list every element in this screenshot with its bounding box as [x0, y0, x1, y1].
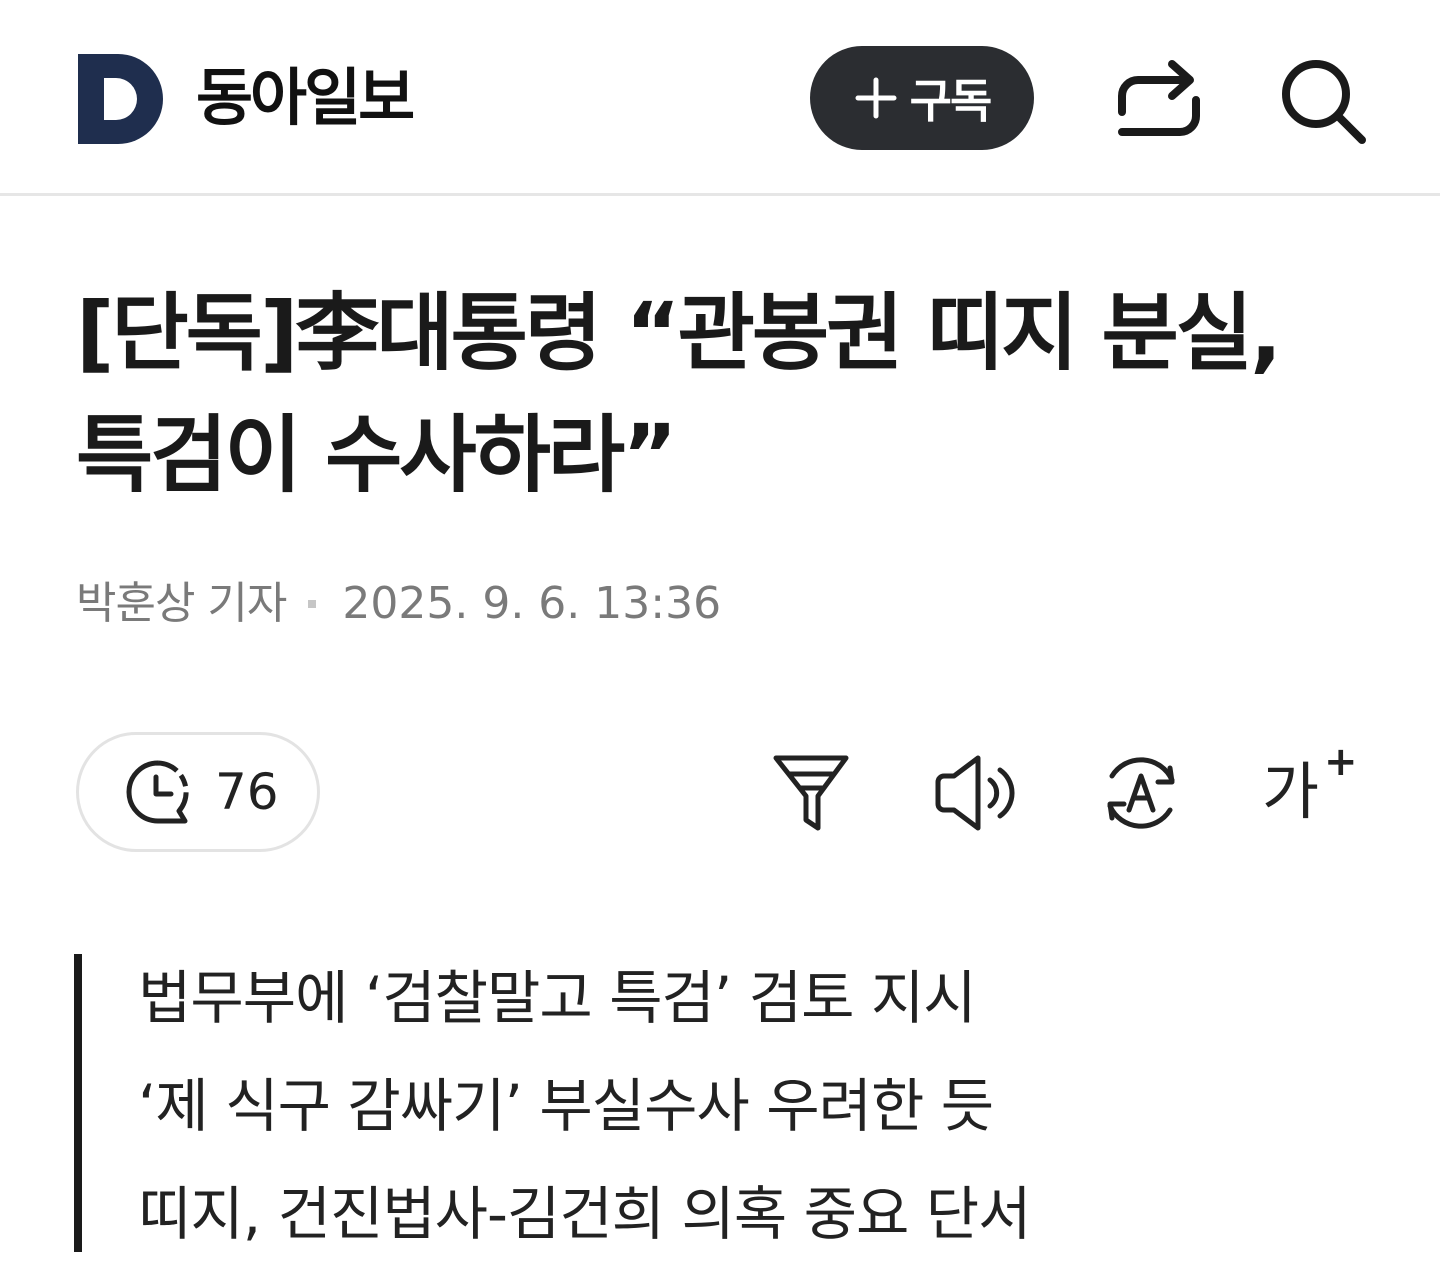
translate-icon: [1107, 757, 1175, 829]
summary-item: 띠지, 건진법사-김건희 의혹 중요 단서: [138, 1180, 1032, 1248]
filter-icon: [773, 755, 849, 831]
search-icon: [1282, 60, 1366, 144]
comment-clock-icon: [126, 760, 189, 824]
font-size-icon: 가: [1262, 755, 1320, 828]
search-button[interactable]: [1278, 56, 1368, 146]
listen-button[interactable]: [930, 748, 1020, 838]
share-icon: [1118, 60, 1200, 136]
article-byline: 박훈상 기자 2025. 9. 6. 13:36: [76, 574, 721, 634]
plus-icon: [855, 77, 897, 119]
summary-item: 법무부에 ‘검찰말고 특검’ 검토 지시: [138, 964, 977, 1032]
app-header: 동아일보 구독: [0, 0, 1440, 196]
font-size-button[interactable]: 가 +: [1262, 742, 1358, 838]
share-button[interactable]: [1114, 56, 1204, 142]
subscribe-button[interactable]: 구독: [810, 46, 1034, 150]
font-size-plus: +: [1324, 739, 1358, 785]
summary-list: 법무부에 ‘검찰말고 특검’ 검토 지시 ‘제 식구 감싸기’ 부실수사 우려한…: [138, 954, 1032, 1268]
article-headline: [단독]李대통령 “관봉권 띠지 분실, 특검이 수사하라”: [76, 284, 1282, 504]
article-summary: 법무부에 ‘검찰말고 특검’ 검토 지시 ‘제 식구 감싸기’ 부실수사 우려한…: [74, 954, 1274, 1252]
filter-button[interactable]: [766, 748, 856, 838]
byline-separator: [308, 600, 317, 608]
published-date: 2025. 9. 6. 13:36: [342, 578, 722, 629]
brand-name[interactable]: 동아일보: [196, 60, 415, 136]
translate-button[interactable]: [1096, 748, 1186, 838]
summary-bar: [74, 954, 82, 1252]
summary-item: ‘제 식구 감싸기’ 부실수사 우려한 듯: [138, 1072, 994, 1140]
comment-count: 76: [215, 763, 279, 821]
subscribe-label: 구독: [909, 74, 993, 128]
comment-button[interactable]: 76: [76, 732, 320, 852]
reporter-name[interactable]: 박훈상 기자: [76, 574, 287, 634]
speaker-icon: [935, 755, 1015, 831]
donga-logo-icon[interactable]: [78, 54, 168, 144]
